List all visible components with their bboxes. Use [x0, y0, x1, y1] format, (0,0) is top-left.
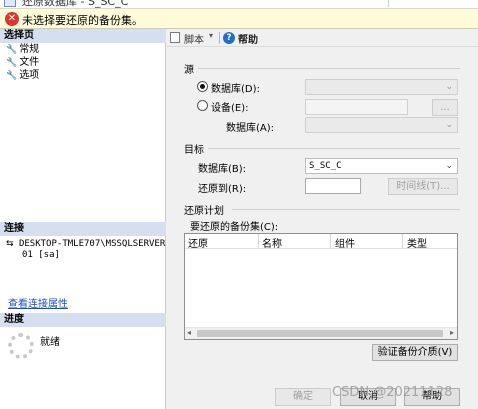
target-group-line — [208, 148, 460, 149]
help-button[interactable]: 帮助 — [238, 31, 258, 46]
error-banner: ✕ 未选择要还原的备份集。 — [0, 9, 478, 29]
connection-login: 01 [sa] — [22, 250, 60, 260]
column-divider[interactable] — [330, 234, 331, 248]
target-group-title: 目标 — [184, 145, 204, 156]
scroll-right-icon[interactable]: ▸ — [450, 328, 454, 337]
wrench-icon: 🔧 — [6, 45, 18, 55]
script-icon[interactable] — [170, 32, 180, 43]
horizontal-scrollbar[interactable]: ◂ ▸ — [185, 327, 457, 339]
chevron-down-icon: ⌄ — [445, 82, 453, 92]
chevron-down-icon: ⌄ — [445, 161, 453, 171]
source-group-title: 源 — [184, 65, 194, 76]
connection-server: ⇆ DESKTOP-TMLE707\MSSQLSERVER — [6, 239, 166, 249]
title-bar-divider — [388, 0, 389, 7]
column-header-component[interactable]: 组件 — [335, 235, 355, 250]
source-device-path[interactable] — [305, 99, 408, 115]
page-item-label: 文件 — [19, 57, 40, 68]
scrollbar-thumb[interactable] — [197, 330, 443, 337]
source-database-radio[interactable] — [197, 81, 208, 92]
error-message: 未选择要还原的备份集。 — [22, 14, 143, 27]
column-header-type[interactable]: 类型 — [407, 235, 427, 250]
page-item-label: 常规 — [19, 44, 40, 55]
source-database-combo[interactable]: ⌄ — [305, 79, 458, 95]
watermark: CSDN @20211128 — [332, 385, 453, 400]
script-button[interactable]: 脚本 — [184, 31, 204, 46]
column-divider[interactable] — [402, 234, 403, 248]
source-database-label: 数据库(D): — [211, 84, 260, 95]
scroll-left-icon[interactable]: ◂ — [187, 328, 191, 337]
app-icon — [4, 0, 16, 7]
error-icon: ✕ — [5, 12, 19, 26]
select-page-header: 选择页 — [0, 29, 166, 43]
wrench-icon: 🔧 — [6, 58, 18, 68]
chevron-down-icon[interactable]: ▾ — [209, 31, 213, 40]
progress-status: 就绪 — [40, 337, 60, 348]
source-device-database-label: 数据库(A): — [226, 123, 275, 134]
window-title: 还原数据库 - S_SC_C — [22, 0, 129, 8]
view-connection-properties-link[interactable]: 查看连接属性 — [8, 295, 68, 310]
column-header-restore[interactable]: 还原 — [188, 235, 208, 250]
ok-button[interactable]: 确定 — [275, 388, 331, 406]
window-title-bar: 还原数据库 - S_SC_C — [0, 0, 478, 9]
source-device-database-combo[interactable]: ⌄ — [305, 117, 458, 133]
page-item-general[interactable]: 🔧 常规 — [6, 44, 39, 56]
toolbar-separator — [219, 32, 220, 44]
restore-to-label: 还原到(R): — [198, 184, 247, 195]
source-group-line — [198, 68, 460, 69]
chevron-down-icon: ⌄ — [445, 120, 453, 130]
page-item-label: 选项 — [19, 70, 40, 81]
grid-header: 还原 名称 组件 类型 — [185, 234, 457, 250]
column-header-name[interactable]: 名称 — [262, 235, 282, 250]
page-item-options[interactable]: 🔧 选项 — [6, 70, 39, 82]
source-device-label: 设备(E): — [211, 103, 249, 114]
target-database-label: 数据库(B): — [198, 164, 247, 175]
column-divider[interactable] — [258, 234, 259, 248]
restore-to-field[interactable] — [305, 178, 361, 194]
page-item-files[interactable]: 🔧 文件 — [6, 57, 39, 69]
restore-plan-group-line — [232, 209, 460, 210]
source-device-radio[interactable] — [197, 100, 208, 111]
restore-plan-group-title: 还原计划 — [184, 206, 224, 217]
backup-sets-grid[interactable]: 还原 名称 组件 类型 ◂ ▸ — [184, 233, 458, 340]
wrench-icon: 🔧 — [6, 71, 18, 81]
progress-header: 进度 — [0, 313, 166, 327]
target-database-combo[interactable]: S_SC_C ⌄ — [305, 158, 458, 174]
browse-device-button[interactable]: ... — [432, 99, 458, 116]
progress-spinner-icon — [8, 333, 34, 359]
backup-sets-label: 要还原的备份集(C): — [190, 222, 279, 233]
connection-header: 连接 — [0, 222, 166, 236]
left-pane: 选择页 🔧 常规 🔧 文件 🔧 选项 连接 ⇆ DESKTOP-TMLE707\… — [0, 29, 166, 409]
verify-backup-media-button[interactable]: 验证备份介质(V) — [372, 344, 458, 361]
help-icon[interactable]: ? — [223, 32, 235, 44]
toolbar: 脚本 ▾ ? 帮助 — [167, 29, 478, 47]
connection-icon: ⇆ — [6, 239, 14, 249]
timeline-button[interactable]: 时间线(T)... — [388, 178, 458, 195]
